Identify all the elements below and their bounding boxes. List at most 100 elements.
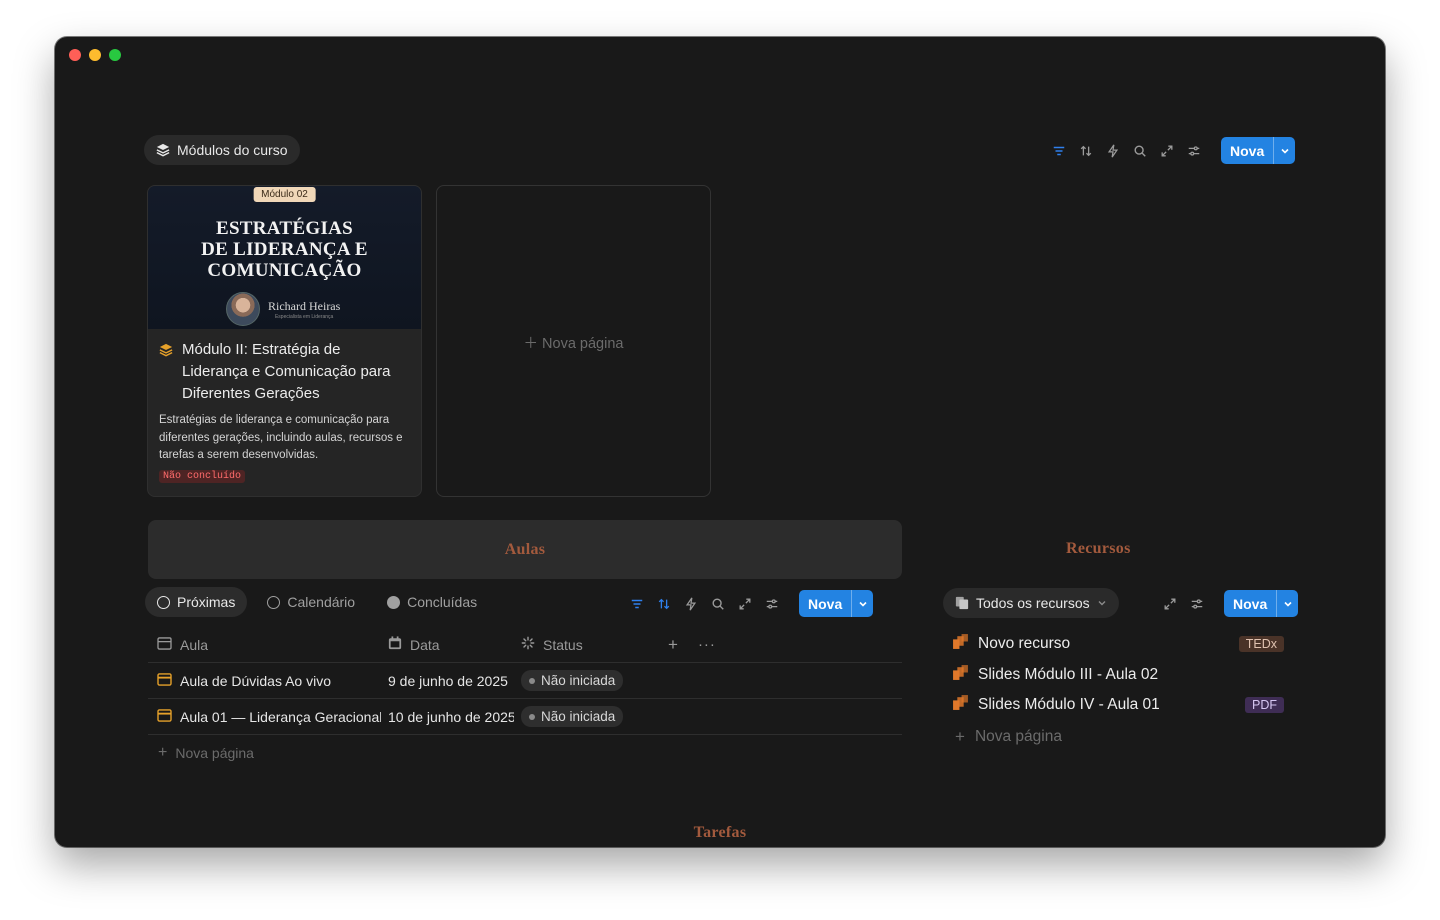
new-recurso-button[interactable]: Nova [1224, 590, 1299, 617]
column-header-aula[interactable]: Aula [148, 637, 381, 653]
recursos-title: Recursos [1066, 540, 1131, 557]
tab-calendario[interactable]: Calendário [255, 587, 367, 617]
recurso-tag: PDF [1245, 697, 1284, 714]
tarefas-heading: Tarefas [55, 824, 1385, 842]
documents-icon [955, 596, 969, 610]
recurso-name: Slides Módulo III - Aula 02 [978, 665, 1159, 683]
new-page-row[interactable]: + Nova página [148, 735, 902, 771]
aulas-banner: Aulas [148, 520, 902, 579]
settings-sliders-icon[interactable] [764, 596, 780, 612]
new-aula-button[interactable]: Nova [799, 590, 874, 617]
status-badge[interactable]: Não iniciada [521, 670, 624, 691]
new-module-label: Nova [1230, 142, 1265, 159]
status-label: Não iniciada [541, 709, 616, 724]
minimize-window-button[interactable] [89, 49, 101, 61]
list-item[interactable]: Slides Módulo IV - Aula 01 PDF [952, 690, 1292, 721]
cell-aula[interactable]: Aula 01 — Liderança Geracional [180, 709, 381, 725]
tarefas-title: Tarefas [693, 824, 747, 841]
table-header: Aula Data Status + ··· [148, 627, 902, 663]
column-label: Aula [180, 636, 209, 653]
table-row[interactable]: Aula de Dúvidas Ao vivo 9 de junho de 20… [148, 663, 902, 699]
new-recurso-label: Nova [1233, 595, 1268, 612]
new-aula-label: Nova [808, 595, 843, 612]
new-page-label: Nova página [542, 336, 624, 352]
more-options-icon[interactable]: ··· [698, 636, 716, 653]
settings-sliders-icon[interactable] [1186, 143, 1202, 159]
status-dot [529, 677, 535, 684]
slides-icon [952, 633, 976, 655]
recursos-heading: Recursos [1066, 540, 1131, 558]
recurso-tag: TEDx [1238, 636, 1284, 653]
recursos-filter-label: Todos os recursos [976, 595, 1090, 611]
layers-icon [159, 342, 173, 405]
new-module-button[interactable]: Nova [1221, 137, 1296, 164]
status-badge: Não concluído [159, 469, 246, 483]
expand-icon[interactable] [737, 596, 753, 612]
list-item[interactable]: Slides Módulo III - Aula 02 [952, 660, 1292, 691]
cover-title-line: ESTRATÉGIAS [215, 218, 354, 239]
zoom-window-button[interactable] [109, 49, 121, 61]
calendar-icon [388, 636, 402, 653]
author-subtitle: Especialista em Liderança [274, 313, 334, 320]
tab-label: Calendário [287, 594, 356, 610]
close-window-button[interactable] [69, 49, 81, 61]
expand-icon[interactable] [1159, 143, 1175, 159]
module-card-title[interactable]: Módulo II: Estratégia de Liderança e Com… [182, 339, 410, 405]
cover-title-line: COMUNICAÇÃO [207, 260, 362, 281]
cover-title-line: DE LIDERANÇA E [201, 239, 368, 260]
cover-badge: Módulo 02 [253, 187, 316, 202]
plus-icon: + [158, 744, 168, 761]
new-page-card[interactable]: ＋ Nova página [436, 185, 711, 497]
plus-icon: ＋ [523, 336, 539, 352]
aulas-title: Aulas [504, 540, 546, 558]
sort-icon[interactable] [1078, 143, 1094, 159]
chevron-down-icon[interactable] [851, 590, 873, 617]
circle-icon [267, 595, 281, 609]
lightning-icon[interactable] [1105, 143, 1121, 159]
cell-data: 9 de junho de 2025 [388, 672, 508, 689]
recursos-toolbar: Nova [1162, 590, 1299, 617]
aulas-table: Aula Data Status + ··· Aula de Dúvidas A… [148, 627, 902, 771]
lightning-icon[interactable] [683, 596, 699, 612]
filter-icon[interactable] [1051, 143, 1067, 159]
module-card[interactable]: Módulo 02 ESTRATÉGIAS DE LIDERANÇA E COM… [147, 185, 422, 497]
list-item[interactable]: Novo recurso TEDx [952, 629, 1292, 660]
search-icon[interactable] [710, 596, 726, 612]
calendar-page-icon [157, 672, 172, 689]
tab-proximas[interactable]: Próximas [145, 587, 248, 617]
aulas-toolbar: Nova [629, 590, 874, 617]
tab-label: Próximas [177, 594, 236, 610]
column-header-data[interactable]: Data [381, 636, 514, 653]
chevron-down-icon [1097, 598, 1107, 608]
column-label: Status [543, 636, 583, 653]
calendar-page-icon [157, 708, 172, 725]
settings-sliders-icon[interactable] [1189, 596, 1205, 612]
new-page-label: Nova página [974, 727, 1062, 745]
tab-concluidas[interactable]: Concluídas [375, 587, 489, 617]
plus-icon: + [955, 726, 965, 746]
author-name: Richard Heiras [268, 298, 341, 313]
expand-icon[interactable] [1162, 596, 1178, 612]
chevron-down-icon[interactable] [1273, 137, 1295, 164]
modules-view-tab[interactable]: Módulos do curso [144, 135, 300, 165]
module-card-description: Estratégias de liderança e comunicação p… [159, 414, 403, 461]
table-icon [157, 636, 172, 653]
tab-label: Concluídas [407, 594, 478, 610]
cell-data: 10 de junho de 2025 [388, 708, 514, 725]
layers-icon [156, 143, 170, 157]
column-label: Data [410, 636, 440, 653]
new-page-row[interactable]: + Nova página [952, 721, 1292, 753]
search-icon[interactable] [1132, 143, 1148, 159]
cell-aula[interactable]: Aula de Dúvidas Ao vivo [180, 673, 331, 689]
recurso-name: Slides Módulo IV - Aula 01 [978, 696, 1160, 714]
chevron-down-icon[interactable] [1276, 590, 1298, 617]
table-row[interactable]: Aula 01 — Liderança Geracional 10 de jun… [148, 699, 902, 735]
sort-icon[interactable] [656, 596, 672, 612]
recursos-filter-tab[interactable]: Todos os recursos [943, 588, 1119, 618]
app-window: Módulos do curso Nova Módulo 02 ESTRATÉG… [55, 37, 1385, 847]
filter-icon[interactable] [629, 596, 645, 612]
add-column-icon[interactable]: + [668, 635, 678, 655]
column-header-status[interactable]: Status [514, 636, 664, 653]
status-badge[interactable]: Não iniciada [521, 706, 624, 727]
author-avatar [226, 292, 260, 326]
